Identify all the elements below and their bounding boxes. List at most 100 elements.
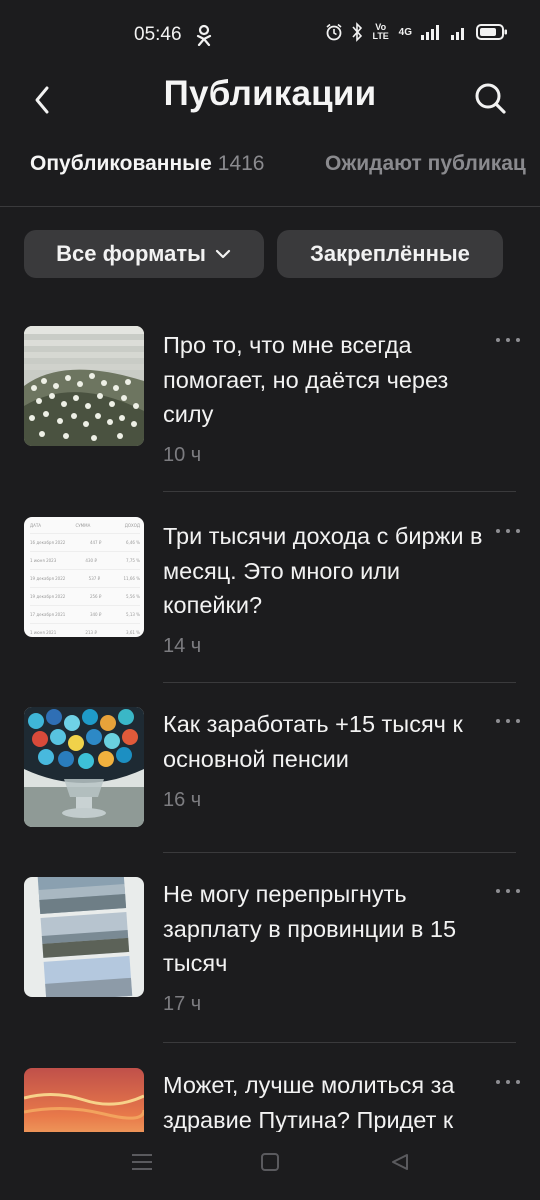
- odnoklassniki-icon: [196, 24, 212, 46]
- pinned-filter-label: Закреплённые: [310, 241, 470, 266]
- more-dot: [516, 529, 520, 533]
- income-table-cell: 19 декабря 2022: [30, 594, 66, 599]
- signal-icon-2: [451, 28, 464, 40]
- income-table-row: 17 декабря 2021 340 ₽ 5,13 %: [30, 605, 140, 623]
- more-options-button[interactable]: [496, 713, 520, 729]
- divider: [163, 491, 516, 492]
- income-table-cell: 256 ₽: [89, 594, 102, 599]
- publication-item[interactable]: Не могу перепрыгнуть зарплату в провинци…: [0, 877, 540, 1043]
- income-table-cell: 1 июня 2023: [30, 558, 57, 563]
- divider: [163, 682, 516, 683]
- tab-pending[interactable]: Ожидают публикац: [325, 152, 526, 176]
- income-table-cell: 447 ₽: [89, 540, 102, 545]
- post-thumbnail: ДАТА СУММА ДОХОД 16 декабря 2022 447 ₽ 6,4…: [24, 517, 144, 637]
- income-table-cell: 5,13 %: [126, 612, 140, 617]
- post-thumbnail: [24, 326, 144, 446]
- post-title: Как заработать +15 тысяч к основной пенс…: [163, 711, 463, 772]
- income-table-cell: 537 ₽: [88, 576, 101, 581]
- post-title: Три тысячи дохода с биржи в месяц. Это м…: [163, 523, 483, 618]
- post-time: 10 ч: [163, 444, 202, 466]
- table-header: ДАТА: [30, 523, 42, 528]
- income-table-cell: 6,46 %: [126, 540, 140, 545]
- system-navigation-bar: [0, 1132, 540, 1200]
- post-thumbnail: [24, 877, 144, 997]
- alarm-icon: [326, 23, 342, 41]
- more-dot: [516, 719, 520, 723]
- post-title: Не могу перепрыгнуть зарплату в провинци…: [163, 881, 457, 976]
- formats-filter-label: Все форматы: [56, 241, 206, 266]
- search-button[interactable]: [468, 76, 512, 120]
- income-table-body: 16 декабря 2022 447 ₽ 6,46 % 1 июня 2023 430…: [30, 533, 140, 637]
- table-header: ДОХОД: [124, 523, 140, 528]
- income-table-cell: 3,61 %: [126, 630, 140, 635]
- income-table-row: 19 декабря 2022 256 ₽ 5,56 %: [30, 587, 140, 605]
- more-options-button[interactable]: [496, 883, 520, 899]
- bluetooth-icon: [352, 22, 362, 42]
- candy-bowl-image: [24, 707, 144, 827]
- tab-published-count: 1416: [217, 152, 265, 175]
- volte-icon: Vo LTE: [372, 22, 389, 41]
- income-table-cell: 430 ₽: [85, 558, 97, 563]
- income-table-cell: 1 июня 2021: [30, 630, 57, 635]
- post-time: 17 ч: [163, 993, 202, 1015]
- more-dot: [506, 529, 510, 533]
- battery-icon: [476, 24, 507, 40]
- income-table-header: ДАТА СУММА ДОХОД: [30, 523, 140, 533]
- app-header: Публикации: [0, 70, 540, 130]
- tabs: Опубликованные 1416 Ожидают публикац: [0, 142, 540, 207]
- income-table-image: ДАТА СУММА ДОХОД 16 декабря 2022 447 ₽ 6,4…: [30, 523, 140, 637]
- income-table-cell: 19 декабря 2022: [30, 576, 66, 581]
- post-time: 16 ч: [163, 789, 202, 811]
- pinned-filter-button[interactable]: Закреплённые: [277, 230, 503, 278]
- status-icons: Vo LTE 4G: [325, 22, 508, 42]
- publication-item[interactable]: Может, лучше молиться за здравие Путина?…: [0, 1068, 540, 1134]
- income-table-cell: 11,66 %: [123, 576, 140, 581]
- seaside-photos-image: [24, 877, 144, 997]
- status-bar: 05:46 Vo LTE 4G: [0, 0, 540, 70]
- more-options-button[interactable]: [496, 523, 520, 539]
- recent-apps-button[interactable]: [122, 1142, 162, 1182]
- sunset-painting-image: [24, 1068, 144, 1134]
- publication-item[interactable]: ДАТА СУММА ДОХОД 16 декабря 2022 447 ₽ 6,4…: [0, 517, 540, 683]
- divider: [163, 852, 516, 853]
- tab-published[interactable]: Опубликованные 1416: [30, 152, 264, 176]
- menu-icon: [132, 1154, 152, 1170]
- more-dot: [496, 889, 500, 893]
- white-flowers-image: [24, 326, 144, 446]
- income-table-row: 19 декабря 2022 537 ₽ 11,66 %: [30, 569, 140, 587]
- table-header: СУММА: [75, 523, 91, 528]
- chevron-down-icon: [215, 249, 231, 259]
- post-time: 14 ч: [163, 635, 202, 657]
- more-dot: [496, 529, 500, 533]
- home-button[interactable]: [250, 1142, 290, 1182]
- more-dot: [516, 889, 520, 893]
- post-thumbnail: [24, 707, 144, 827]
- publication-item[interactable]: Как заработать +15 тысяч к основной пенс…: [0, 707, 540, 853]
- more-dot: [496, 1080, 500, 1084]
- publication-item[interactable]: Про то, что мне всегда помогает, но даёт…: [0, 326, 540, 492]
- page-title: Публикации: [163, 74, 377, 113]
- more-options-button[interactable]: [496, 332, 520, 348]
- square-icon: [261, 1153, 279, 1171]
- divider: [163, 1042, 516, 1043]
- income-table-row: 16 декабря 2022 447 ₽ 6,46 %: [30, 533, 140, 551]
- more-dot: [506, 719, 510, 723]
- back-nav-button[interactable]: [380, 1142, 420, 1182]
- search-icon: [475, 83, 506, 114]
- income-table-cell: 17 декабря 2021: [30, 612, 66, 617]
- more-dot: [506, 1080, 510, 1084]
- more-options-button[interactable]: [496, 1074, 520, 1090]
- status-time: 05:46: [134, 24, 182, 45]
- triangle-back-icon: [392, 1154, 408, 1170]
- formats-filter-button[interactable]: Все форматы: [24, 230, 264, 278]
- more-dot: [506, 338, 510, 342]
- more-dot: [506, 889, 510, 893]
- income-table-cell: 213 ₽: [85, 630, 97, 635]
- more-dot: [496, 338, 500, 342]
- income-table-cell: 16 декабря 2022: [30, 540, 66, 545]
- income-table-cell: 7,75 %: [126, 558, 140, 563]
- income-table-row: 1 июня 2023 430 ₽ 7,75 %: [30, 551, 140, 569]
- network-type-label: 4G: [398, 26, 412, 38]
- income-table-cell: 5,56 %: [126, 594, 140, 599]
- income-table-cell: 340 ₽: [89, 612, 102, 617]
